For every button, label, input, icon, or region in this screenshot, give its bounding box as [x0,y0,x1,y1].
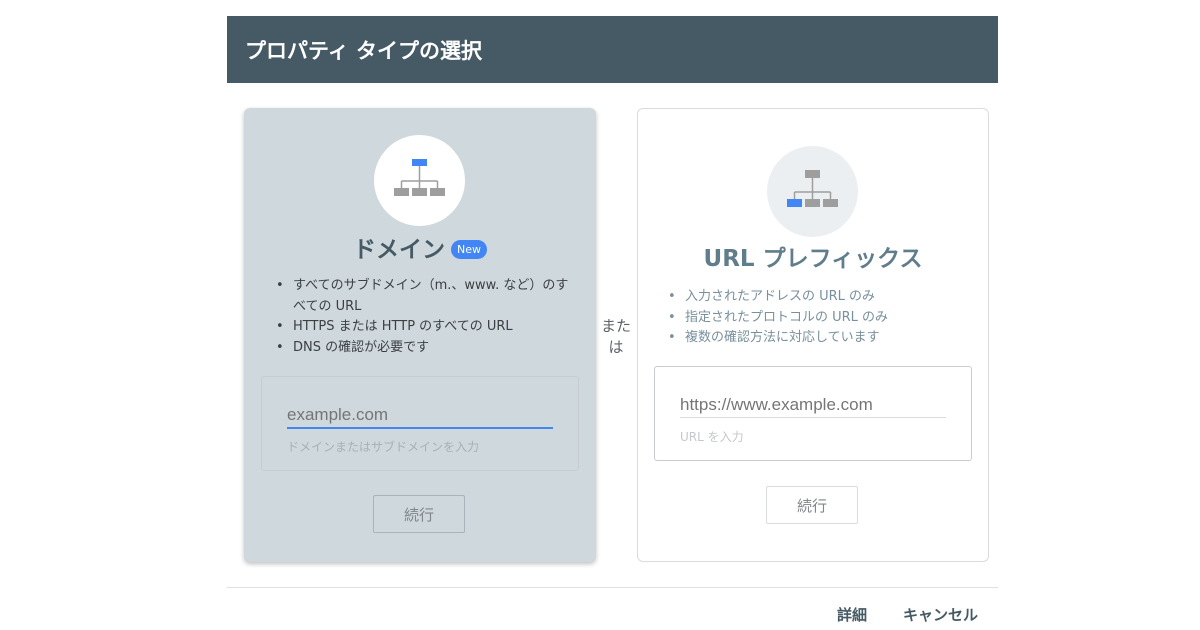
domain-icon-circle [374,135,465,226]
domain-feature-list: • すべてのサブドメイン（m.、www. など）のすべての URL • HTTPS … [276,276,571,358]
domain-input-box: ドメインまたはサブドメインを入力 [261,376,579,471]
list-item: • 複数の確認方法に対応しています [668,330,880,345]
domain-input-hint: ドメインまたはサブドメインを入力 [287,440,480,454]
list-item: • 指定されたプロトコルの URL のみ [668,309,889,325]
url-input-hint: URL を入力 [680,430,744,444]
domain-input-underline [287,427,553,429]
list-item: • HTTPS または HTTP のすべての URL [276,319,513,334]
url-prefix-card[interactable]: URL プレフィックス • 入力されたアドレスの URL のみ • 指定されたプロト… [637,108,989,562]
domain-title: ドメイン [353,237,445,263]
url-title-row: URL プレフィックス [638,239,988,273]
or-separator: また は [600,317,631,356]
url-title: URL プレフィックス [703,246,923,272]
footer-divider [227,587,998,588]
cancel-button[interactable]: キャンセル [903,604,978,625]
url-feature-list: • 入力されたアドレスの URL のみ • 指定されたプロトコルの URL のみ •… [668,287,968,349]
list-item: • 入力されたアドレスの URL のみ [668,289,876,304]
url-input[interactable] [680,393,946,417]
details-button[interactable]: 詳細 [837,604,867,625]
sitemap-icon [787,170,838,207]
dialog-header: プロパティ タイプの選択 [227,16,998,83]
domain-title-row: ドメイン New [244,230,596,264]
property-type-dialog: プロパティ タイプの選択 ドメイン New • すべてのサブドメイン（m.、www.… [227,16,998,630]
dialog-title: プロパティ タイプの選択 [245,38,483,63]
list-item: • すべてのサブドメイン（m.、www. など）のすべての URL [276,278,569,314]
url-continue-button[interactable]: 続行 [766,486,858,524]
domain-card[interactable]: ドメイン New • すべてのサブドメイン（m.、www. など）のすべての URL… [244,108,596,562]
url-input-box: URL を入力 [654,366,972,461]
new-badge: New [451,240,487,259]
sitemap-icon [394,159,445,196]
domain-continue-button[interactable]: 続行 [373,495,465,533]
url-icon-circle [767,146,858,237]
list-item: • DNS の確認が必要です [276,339,430,355]
url-input-underline [680,417,946,418]
domain-input[interactable] [287,403,553,427]
